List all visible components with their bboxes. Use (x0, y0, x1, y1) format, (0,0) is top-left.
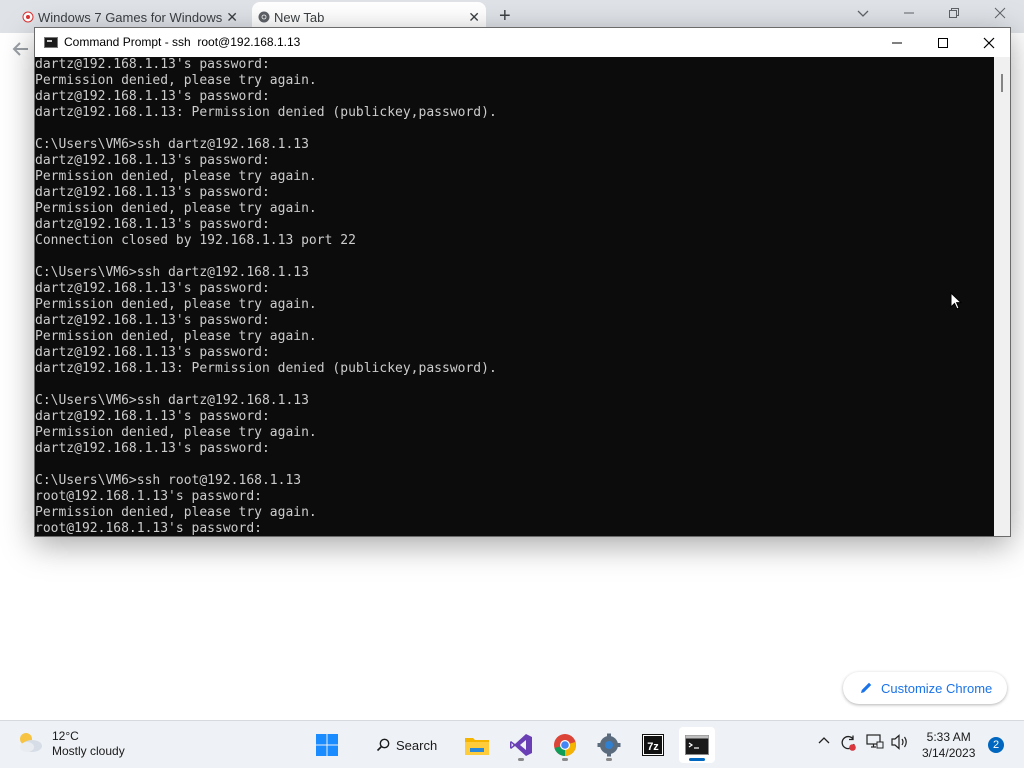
console-line: Permission denied, please try again. (35, 201, 317, 216)
new-tab-button[interactable]: + (499, 5, 511, 27)
close-icon (983, 37, 995, 48)
console-text: dartz@192.168.1.13's password: Permission… (35, 57, 497, 536)
console-line: dartz@192.168.1.13's password: (35, 89, 270, 104)
volume-icon[interactable] (891, 734, 909, 753)
console-line: Permission denied, please try again. (35, 425, 317, 440)
console-line: dartz@192.168.1.13's password: (35, 57, 270, 72)
search-icon (376, 738, 390, 752)
scrollbar-thumb[interactable] (1001, 74, 1003, 92)
tab-close-icon[interactable]: ✕ (226, 10, 238, 24)
tab-title: Windows 7 Games for Windows (38, 10, 223, 25)
system-clock[interactable]: 5:33 AM 3/14/2023 (922, 729, 975, 761)
visual-studio-icon (510, 734, 532, 756)
7zip-button[interactable]: 7z (635, 727, 671, 763)
close-button[interactable] (966, 28, 1012, 57)
console-line: dartz@192.168.1.13's password: (35, 281, 270, 296)
clock-time: 5:33 AM (926, 730, 971, 744)
minimize-button[interactable] (874, 28, 920, 57)
taskbar-search-button[interactable]: Search (364, 729, 448, 761)
console-line: dartz@192.168.1.13: Permission denied (p… (35, 361, 497, 376)
minimize-icon (892, 42, 902, 43)
console-line: C:\Users\VM6>ssh root@192.168.1.13 (35, 473, 302, 488)
chrome-icon (554, 734, 576, 756)
console-line: C:\Users\VM6>ssh dartz@192.168.1.13 (35, 137, 309, 152)
chrome-restore-icon[interactable] (948, 6, 960, 22)
console-line: dartz@192.168.1.13's password: (35, 409, 270, 424)
customize-chrome-label: Customize Chrome (881, 680, 993, 696)
maximize-button[interactable] (920, 28, 966, 57)
running-indicator (562, 758, 568, 761)
start-button[interactable] (309, 727, 345, 763)
terminal-icon (685, 735, 709, 755)
console-line: Permission denied, please try again. (35, 297, 317, 312)
notification-badge[interactable]: 2 (988, 737, 1004, 753)
console-line: dartz@192.168.1.13's password: (35, 185, 270, 200)
console-line: dartz@192.168.1.13's password: (35, 217, 270, 232)
cmd-app-icon[interactable] (44, 37, 58, 48)
chrome-close-icon[interactable] (994, 6, 1006, 22)
tab-search-chevron-icon[interactable] (857, 6, 869, 22)
maximize-icon (938, 37, 948, 48)
search-label: Search (396, 737, 438, 753)
taskbar: 12°C Mostly cloudy Search 7z 5:33 AM 3/1… (0, 720, 1024, 768)
console-line: C:\Users\VM6>ssh dartz@192.168.1.13 (35, 393, 309, 408)
console-line: Permission denied, please try again. (35, 169, 317, 184)
command-prompt-taskbar-button[interactable] (679, 727, 715, 763)
visual-studio-button[interactable] (503, 727, 539, 763)
gear-icon (597, 733, 621, 757)
clock-date: 3/14/2023 (922, 746, 976, 760)
windows-start-icon (316, 734, 338, 756)
pencil-icon (861, 682, 872, 693)
console-line: root@192.168.1.13's password: (35, 489, 262, 504)
7zip-icon: 7z (642, 734, 664, 756)
console-output[interactable]: dartz@192.168.1.13's password: Permission… (35, 57, 994, 536)
running-indicator (689, 758, 705, 761)
chrome-taskbar-button[interactable] (547, 727, 583, 763)
console-line: dartz@192.168.1.13's password: (35, 441, 270, 456)
console-line: dartz@192.168.1.13: Permission denied (p… (35, 105, 497, 120)
chrome-icon (258, 11, 270, 23)
back-arrow-icon[interactable] (12, 40, 30, 64)
folder-icon (465, 738, 489, 755)
console-line: dartz@192.168.1.13's password: (35, 345, 270, 360)
vertical-scrollbar[interactable] (994, 57, 1010, 536)
running-indicator (606, 758, 612, 761)
cloudy-weather-icon (20, 733, 42, 752)
favicon-icon (22, 11, 34, 23)
customize-chrome-button[interactable]: Customize Chrome (843, 672, 1007, 704)
show-hidden-icons-chevron-icon[interactable] (817, 734, 831, 751)
command-prompt-window[interactable]: Command Prompt - ssh root@192.168.1.13 d… (34, 27, 1011, 537)
network-icon[interactable] (866, 734, 884, 753)
console-line: Permission denied, please try again. (35, 505, 317, 520)
console-line: root@192.168.1.13's password: (35, 521, 262, 536)
mouse-pointer-icon (950, 292, 962, 310)
svg-text:7z: 7z (647, 741, 659, 753)
cmd-titlebar[interactable]: Command Prompt - ssh root@192.168.1.13 (35, 28, 1010, 57)
tab-close-icon[interactable]: ✕ (468, 10, 480, 24)
windows-update-icon[interactable] (839, 734, 857, 755)
weather-condition: Mostly cloudy (52, 744, 125, 758)
console-line: C:\Users\VM6>ssh dartz@192.168.1.13 (35, 265, 309, 280)
settings-button[interactable] (591, 727, 627, 763)
tab-title: New Tab (274, 10, 325, 25)
running-indicator (518, 758, 524, 761)
cmd-window-title: Command Prompt - ssh root@192.168.1.13 (64, 35, 301, 49)
weather-widget[interactable]: 12°C Mostly cloudy (16, 729, 125, 759)
file-explorer-button[interactable] (459, 727, 495, 763)
console-line: Permission denied, please try again. (35, 329, 317, 344)
weather-temperature: 12°C (52, 729, 79, 743)
console-line: Permission denied, please try again. (35, 73, 317, 88)
console-line: dartz@192.168.1.13's password: (35, 153, 270, 168)
console-line: Connection closed by 192.168.1.13 port 2… (35, 233, 356, 248)
console-line: dartz@192.168.1.13's password: (35, 313, 270, 328)
chrome-minimize-icon[interactable] (903, 6, 915, 22)
